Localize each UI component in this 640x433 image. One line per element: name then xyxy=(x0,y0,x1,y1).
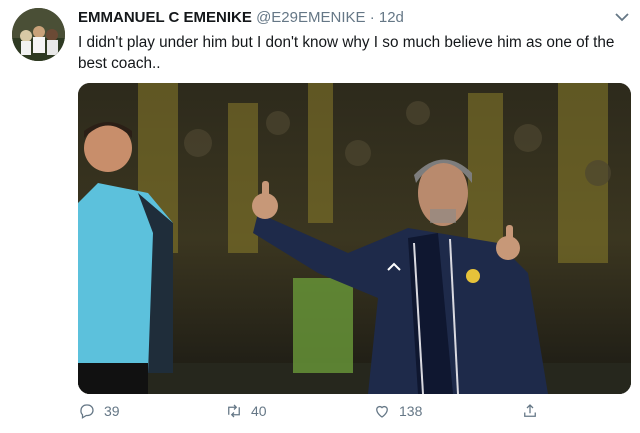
reply-button[interactable]: 39 xyxy=(78,402,120,420)
like-count: 138 xyxy=(399,403,423,419)
retweet-count: 40 xyxy=(251,403,267,419)
avatar[interactable] xyxy=(12,8,65,61)
heart-icon xyxy=(376,405,388,418)
tweet-photo[interactable] xyxy=(78,83,631,394)
retweet-button[interactable]: 40 xyxy=(225,402,267,420)
retweet-icon xyxy=(228,404,240,418)
author-handle[interactable]: @E29EMENIKE xyxy=(256,9,365,26)
reply-icon xyxy=(80,404,94,419)
like-button[interactable]: 138 xyxy=(373,402,422,420)
tweet-time[interactable]: 12d xyxy=(379,9,404,26)
share-icon xyxy=(524,404,536,417)
tweet-text: I didn't play under him but I don't know… xyxy=(78,34,615,72)
author-name[interactable]: EMMANUEL C EMENIKE xyxy=(78,9,252,26)
tweet-actions: 39 40 138 xyxy=(78,402,558,428)
separator-dot: · xyxy=(369,9,375,26)
reply-count: 39 xyxy=(104,403,120,419)
tweet-header: EMMANUEL C EMENIKE @E29EMENIKE · 12d xyxy=(78,9,404,26)
share-button[interactable] xyxy=(521,402,539,420)
chevron-down-icon[interactable] xyxy=(614,10,630,24)
